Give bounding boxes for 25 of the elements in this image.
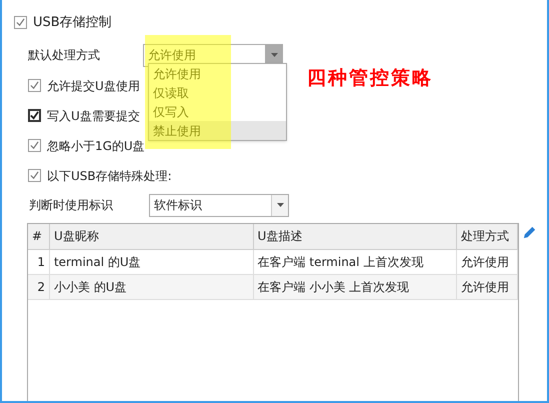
table-cell: 在客户端 terminal 上首次发现 <box>254 250 458 274</box>
dropdown[interactable]: 软件标识 <box>149 194 289 216</box>
checkbox-label: 允许提交U盘使用 <box>47 78 140 94</box>
column-header[interactable]: U盘描述 <box>254 224 458 248</box>
table-cell: 小小美 的U盘 <box>50 274 254 298</box>
checkbox-label: 忽略小于1G的U盘 <box>47 138 145 154</box>
table-cell: 在客户端 小小美 上首次发现 <box>254 274 458 298</box>
caret-icon <box>276 203 284 207</box>
annotation: 四种管控策略 <box>307 66 433 91</box>
table-cell: 允许使用 <box>457 250 518 274</box>
table-cell: 允许使用 <box>457 274 518 298</box>
checkbox-label: 写入U盘需要提交 <box>47 108 140 124</box>
field-label: 默认处理方式 <box>28 47 101 64</box>
column-header[interactable]: 处理方式 <box>457 224 518 248</box>
table-cell: 1 <box>28 250 50 274</box>
table-cell: 2 <box>28 274 50 298</box>
caret-icon <box>270 53 278 57</box>
field-label: 判断时使用标识 <box>29 197 114 214</box>
edit-icon[interactable] <box>522 224 537 240</box>
dropdown-button[interactable] <box>265 44 282 66</box>
checkbox-label: 以下USB存储特殊处理: <box>47 168 172 184</box>
table-cell: terminal 的U盘 <box>50 250 254 274</box>
column-header[interactable]: U盘昵称 <box>50 224 254 248</box>
column-header[interactable]: # <box>28 224 50 248</box>
checkbox-label: USB存储控制 <box>33 14 112 32</box>
